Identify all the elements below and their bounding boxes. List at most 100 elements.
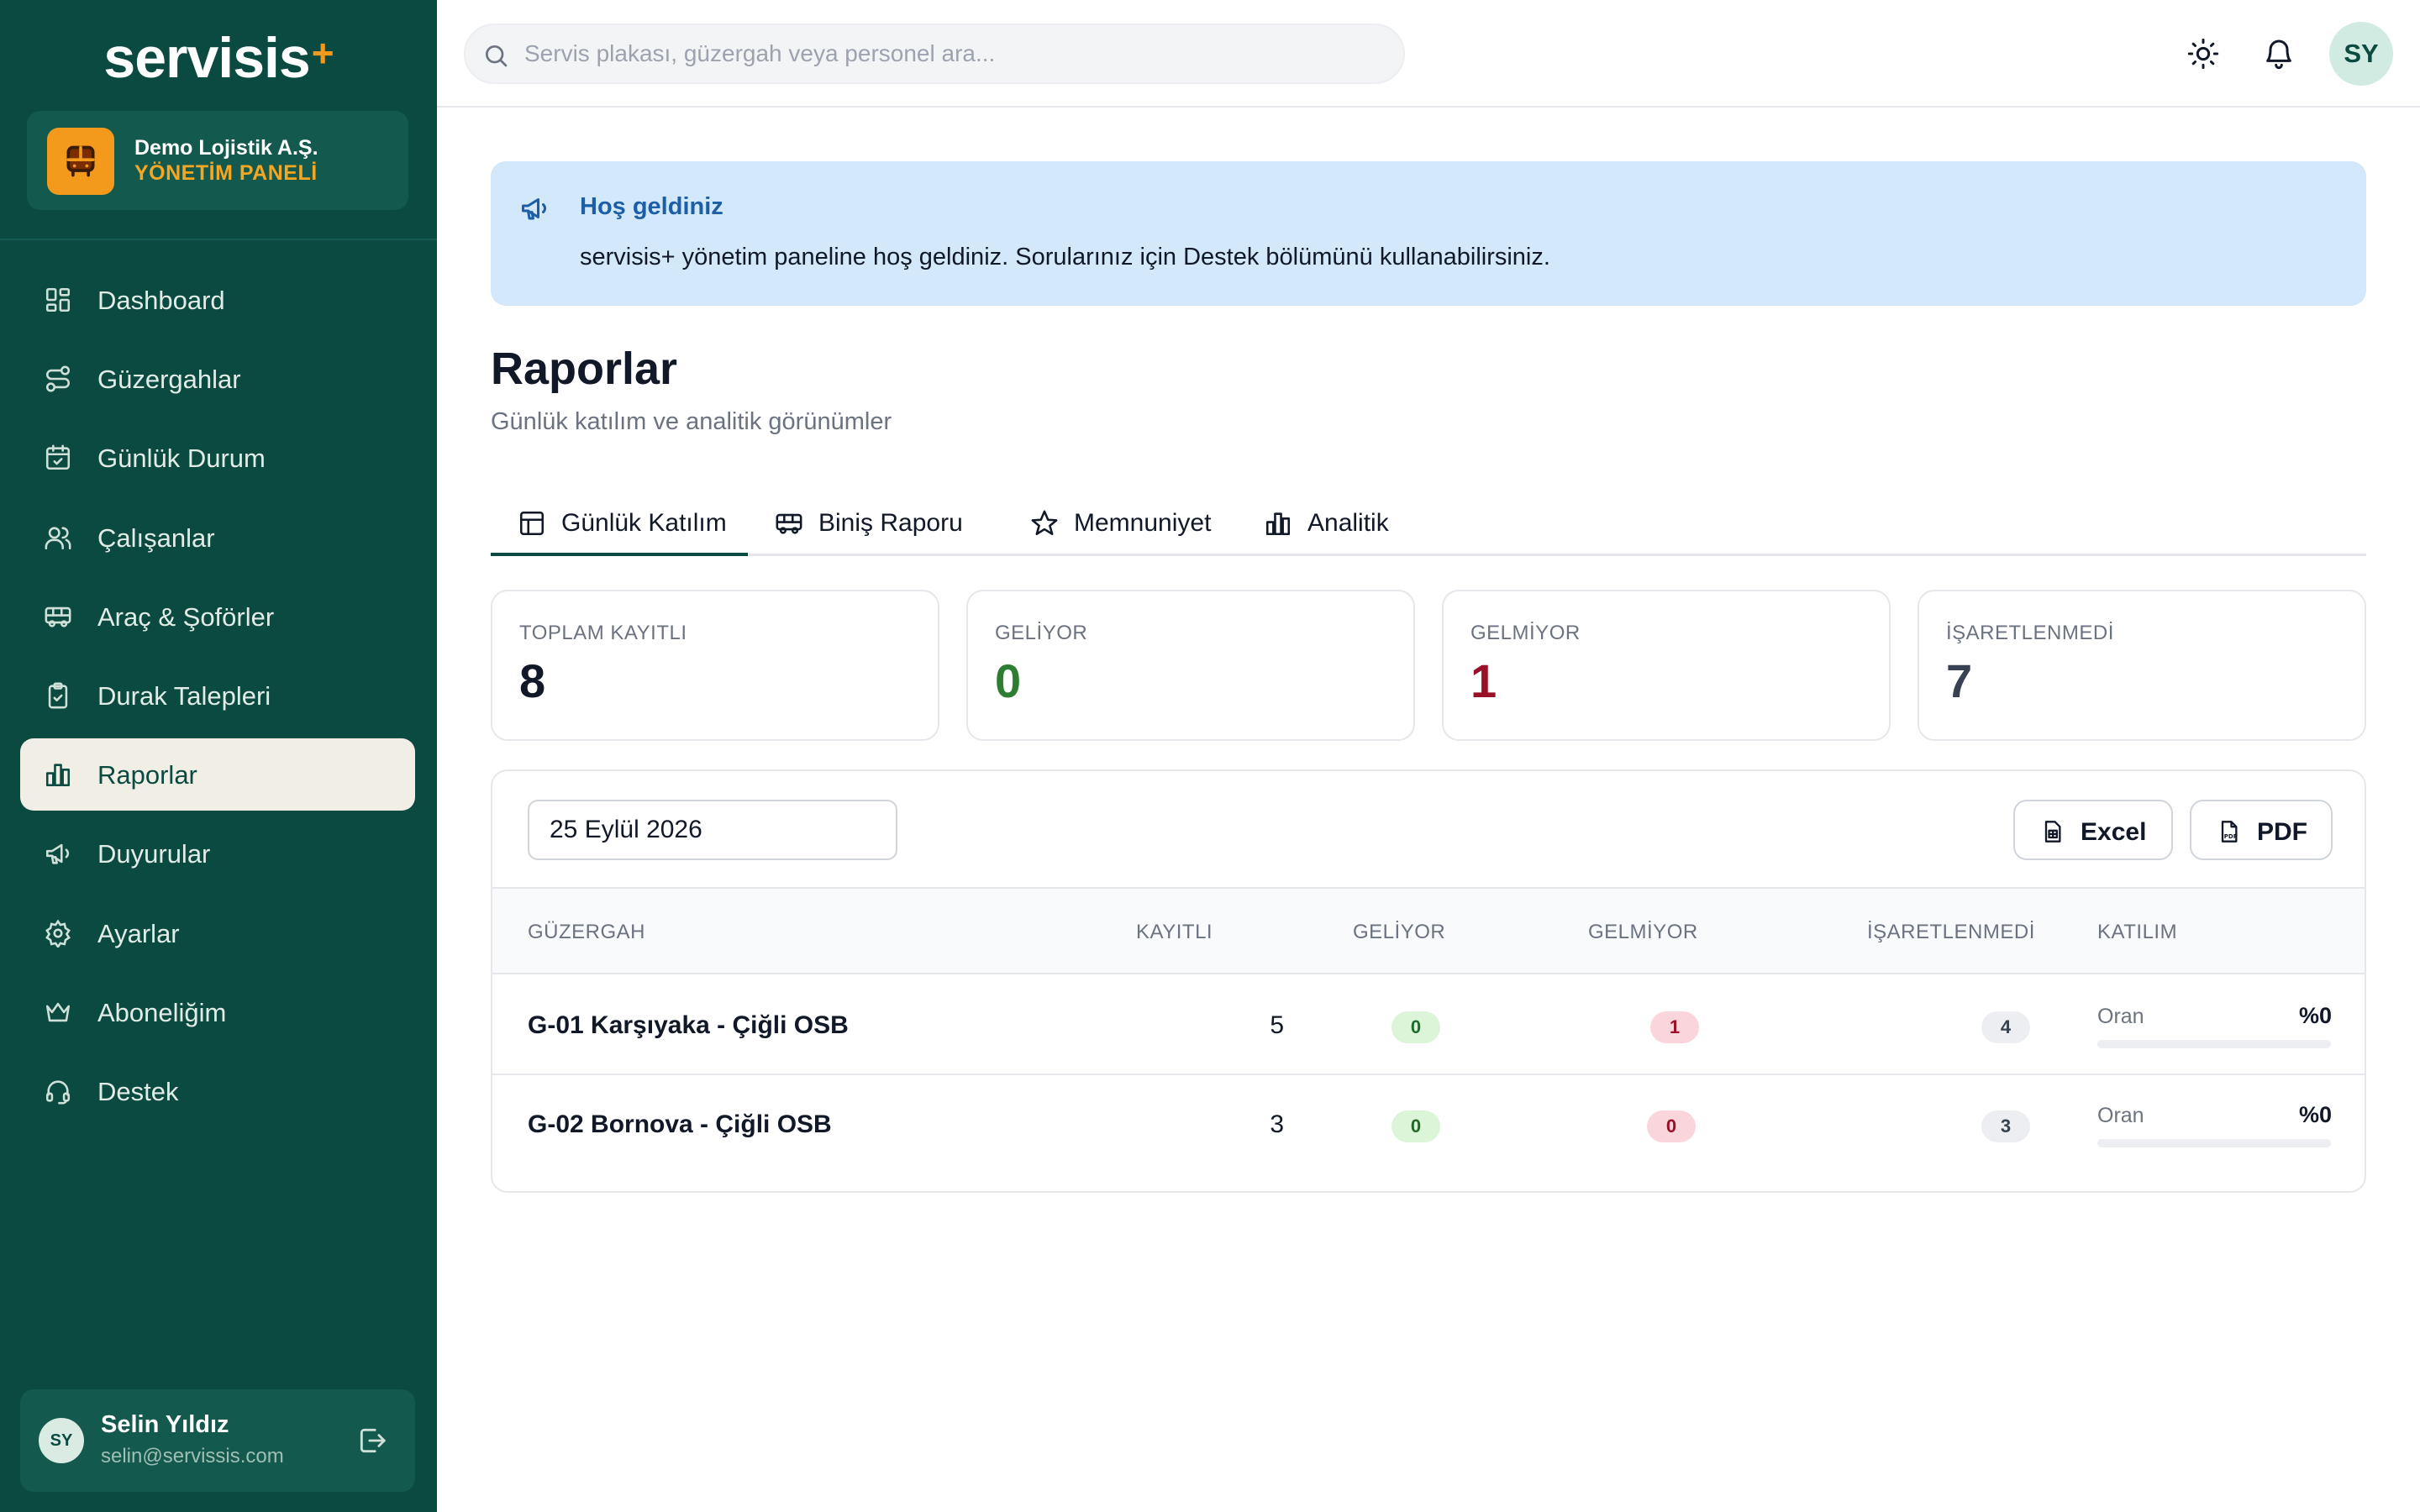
organization-role: YÖNETİM PANELİ xyxy=(134,161,318,185)
route-name: G-02 Bornova - Çiğli OSB xyxy=(528,1110,832,1138)
table-row[interactable]: G-02 Bornova - Çiğli OSB 3 0 0 3 Oran %0 xyxy=(492,1075,2365,1174)
table-row[interactable]: G-01 Karşıyaka - Çiğli OSB 5 0 1 4 Oran … xyxy=(492,976,2365,1075)
column-header-not-coming: GELMİYOR xyxy=(1588,921,1698,943)
organization-card[interactable]: Demo Lojistik A.Ş. YÖNETİM PANELİ xyxy=(27,111,408,210)
rate-value: %0 xyxy=(2299,1102,2333,1127)
stat-value: 7 xyxy=(1946,654,1973,707)
megaphone-icon xyxy=(44,839,72,868)
tab-analytics[interactable]: Analitik xyxy=(1237,492,1405,556)
bus-icon xyxy=(47,128,114,195)
notification-bell-icon[interactable] xyxy=(2262,37,2296,75)
sidebar-item-announcements[interactable]: Duyurular xyxy=(20,817,415,890)
search-icon xyxy=(486,45,508,67)
bar-chart-icon xyxy=(44,760,72,789)
tab-satisfaction[interactable]: Memnuniyet xyxy=(1003,492,1240,556)
banner-text: servisis+ yönetim paneline hoş geldiniz.… xyxy=(580,244,1550,270)
sidebar-item-label: Dashboard xyxy=(97,286,225,315)
theme-toggle-sun-icon[interactable] xyxy=(2186,37,2220,75)
tab-boarding-report[interactable]: Biniş Raporu xyxy=(748,492,1000,556)
clipboard-check-icon xyxy=(44,681,72,710)
column-header-coming: GELİYOR xyxy=(1353,921,1446,943)
sidebar-item-dashboard[interactable]: Dashboard xyxy=(20,264,415,336)
sidebar-item-label: Günlük Durum xyxy=(97,444,266,474)
user-card[interactable]: SY Selin Yıldız selin@servissis.com xyxy=(20,1389,415,1492)
sidebar-item-label: Durak Talepleri xyxy=(97,680,271,711)
tab-daily-attendance[interactable]: Günlük Katılım xyxy=(491,492,748,556)
stat-card-coming: GELİYOR 0 xyxy=(966,590,1415,741)
button-label: Excel xyxy=(2081,818,2147,846)
export-excel-button[interactable]: Excel xyxy=(2013,800,2173,860)
attendance-table-card: Excel PDF PDF GÜZERGAH KAYITLI GELİYOR G… xyxy=(491,769,2366,1193)
sidebar-item-label: Araç & Şoförler xyxy=(97,601,275,632)
megaphone-icon xyxy=(522,198,546,220)
sidebar-item-routes[interactable]: Güzergahlar xyxy=(20,343,415,415)
tab-label: Memnuniyet xyxy=(1074,509,1212,537)
tab-label: Analitik xyxy=(1307,509,1389,537)
welcome-banner: Hoş geldiniz servisis+ yönetim paneline … xyxy=(491,161,2366,306)
grid-icon xyxy=(44,286,72,314)
headset-icon xyxy=(44,1077,72,1105)
column-header-attendance: KATILIM xyxy=(2097,921,2178,943)
sidebar-item-label: Çalışanlar xyxy=(97,522,215,553)
stat-value: 8 xyxy=(519,654,546,707)
export-pdf-button[interactable]: PDF PDF xyxy=(2190,800,2333,860)
crown-icon xyxy=(44,998,72,1026)
sidebar-item-support[interactable]: Destek xyxy=(20,1055,415,1127)
avatar[interactable]: SY xyxy=(2329,22,2393,86)
search-input[interactable] xyxy=(524,35,1381,72)
page-subtitle: Günlük katılım ve analitik görünümler xyxy=(491,408,892,435)
sidebar-item-label: Güzergahlar xyxy=(97,365,241,395)
date-picker-input[interactable] xyxy=(528,800,897,860)
sidebar-item-vehicles-drivers[interactable]: Araç & Şoförler xyxy=(20,580,415,653)
bar-chart-icon xyxy=(1265,512,1291,536)
sidebar: servisis+ Demo Lojistik A.Ş. YÖNETİM PAN… xyxy=(0,0,437,1512)
sidebar-item-label: Aboneliğim xyxy=(97,997,227,1027)
sidebar-item-reports[interactable]: Raporlar xyxy=(20,738,415,811)
route-name: G-01 Karşıyaka - Çiğli OSB xyxy=(528,1011,849,1039)
coming-count-badge: 0 xyxy=(1392,1110,1440,1142)
sidebar-item-subscription[interactable]: Aboneliğim xyxy=(20,976,415,1048)
user-name: Selin Yıldız xyxy=(101,1411,229,1438)
report-tabs: Günlük Katılım Biniş Raporu Memnuniyet A… xyxy=(491,492,2366,556)
search-bar[interactable] xyxy=(464,24,1405,84)
stat-label: GELİYOR xyxy=(995,622,1088,644)
user-email: selin@servissis.com xyxy=(101,1445,284,1467)
page-title: Raporlar xyxy=(491,344,678,394)
stat-label: İŞARETLENMEDİ xyxy=(1946,622,2114,644)
sidebar-item-stop-requests[interactable]: Durak Talepleri xyxy=(20,659,415,732)
unmarked-count-badge: 3 xyxy=(1981,1110,2030,1142)
route-icon xyxy=(44,365,72,393)
not-coming-count-badge: 1 xyxy=(1650,1011,1699,1043)
table-icon xyxy=(519,511,544,536)
rate-label: Oran xyxy=(2097,1104,2144,1127)
column-header-registered: KAYITLI xyxy=(1136,921,1213,943)
tab-label: Biniş Raporu xyxy=(818,509,963,537)
svg-text:PDF: PDF xyxy=(2224,833,2238,840)
coming-count-badge: 0 xyxy=(1392,1011,1440,1043)
sidebar-item-daily-status[interactable]: Günlük Durum xyxy=(20,422,415,494)
logout-icon[interactable] xyxy=(356,1425,388,1457)
organization-name: Demo Lojistik A.Ş. xyxy=(134,136,318,160)
bus-icon xyxy=(776,513,802,534)
users-icon xyxy=(44,523,72,552)
logo[interactable]: servisis+ xyxy=(0,25,437,91)
column-header-unmarked: İŞARETLENMEDİ xyxy=(1867,921,2035,943)
star-icon xyxy=(1031,510,1058,536)
sidebar-item-employees[interactable]: Çalışanlar xyxy=(20,501,415,574)
sidebar-item-label: Duyurular xyxy=(97,839,211,869)
gear-icon xyxy=(44,919,72,948)
stat-card-unmarked: İŞARETLENMEDİ 7 xyxy=(1918,590,2366,741)
logo-text: servisis xyxy=(103,26,310,90)
attendance-progress-bar xyxy=(2097,1040,2331,1048)
stat-label: TOPLAM KAYITLI xyxy=(519,622,687,644)
sidebar-nav: Dashboard Güzergahlar Günlük Durum Çalış… xyxy=(20,264,415,1134)
calendar-check-icon xyxy=(44,444,72,472)
topbar: SY xyxy=(437,0,2420,108)
sidebar-item-label: Raporlar xyxy=(97,760,197,790)
bus-icon xyxy=(44,602,72,631)
stat-label: GELMİYOR xyxy=(1470,622,1581,644)
sidebar-item-settings[interactable]: Ayarlar xyxy=(20,897,415,969)
rate-value: %0 xyxy=(2299,1003,2333,1028)
column-header-route: GÜZERGAH xyxy=(528,921,646,943)
banner-title: Hoş geldiniz xyxy=(580,193,723,220)
